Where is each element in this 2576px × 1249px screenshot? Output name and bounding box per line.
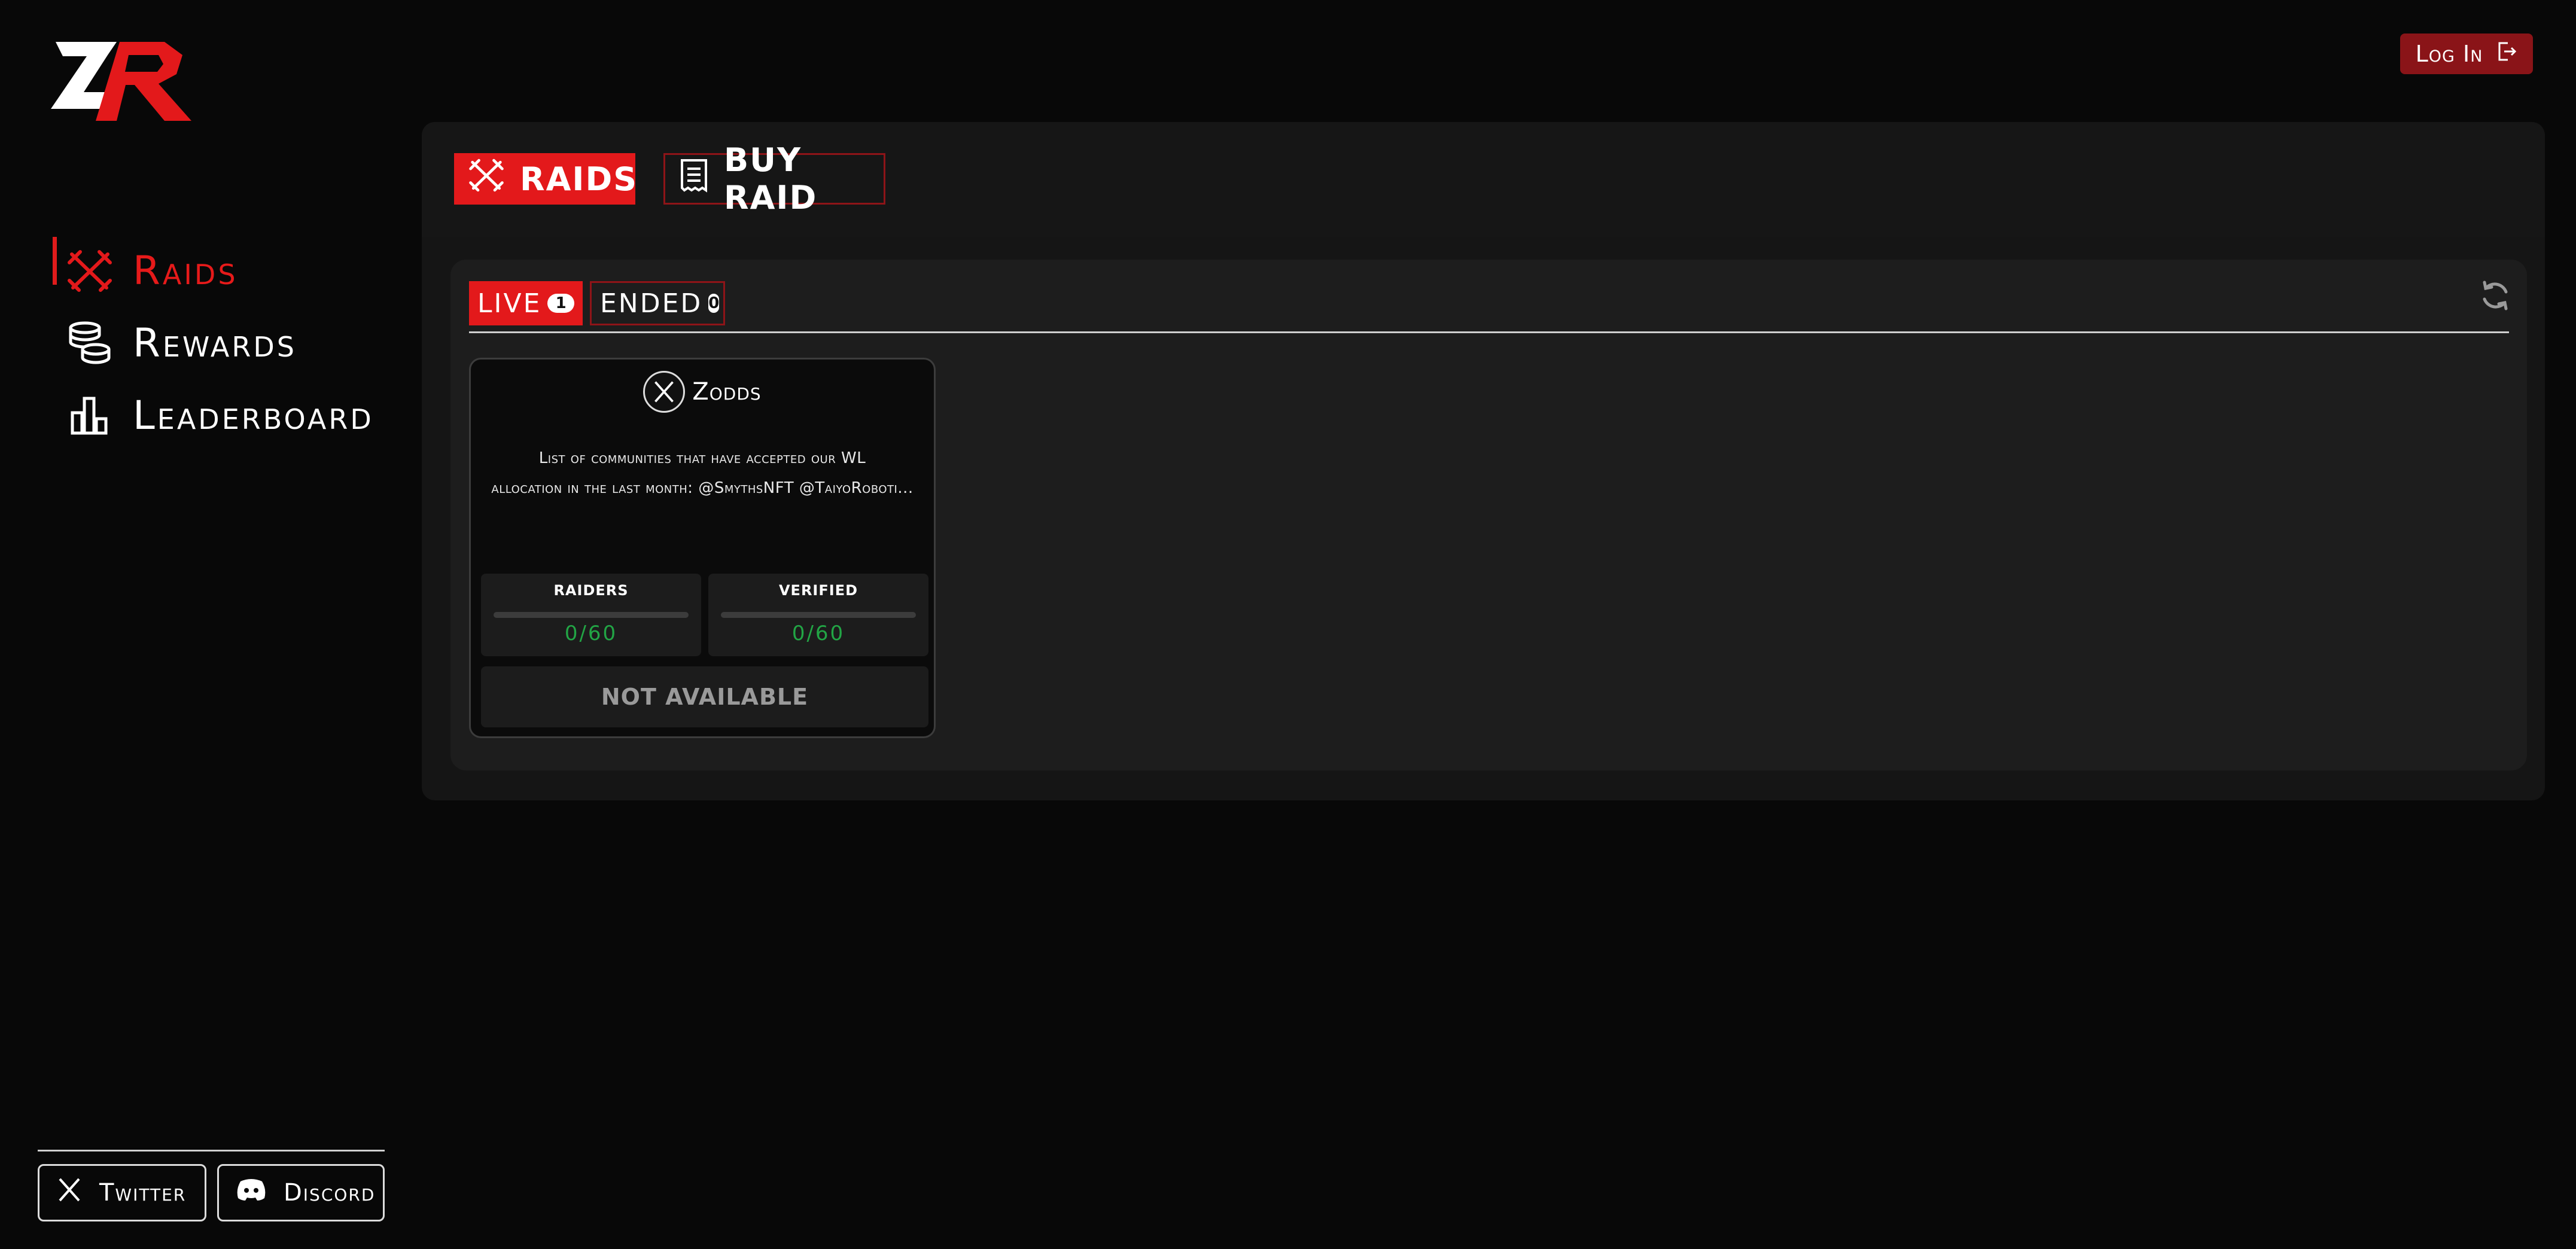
top-tabs: RAIDS BUY RAID <box>422 122 2545 237</box>
twitter-button[interactable]: Twitter <box>38 1164 206 1221</box>
raiders-stat: RAIDERS 0/60 <box>481 574 701 656</box>
raid-card[interactable]: Zodds List of communities that have acce… <box>469 358 936 738</box>
verified-progress-bar <box>721 612 916 618</box>
login-button[interactable]: Log In <box>2400 33 2533 74</box>
stat-value: 0/60 <box>791 622 845 645</box>
raid-description-line-2: allocation in the last month: @SmythsNFT… <box>491 479 914 497</box>
filter-label: LIVE <box>477 288 542 319</box>
receipt-icon <box>680 158 708 200</box>
sidebar-nav: Raids Rewards Leaderboard <box>53 234 374 452</box>
filter-label: ENDED <box>600 288 703 319</box>
discord-button[interactable]: Discord <box>217 1164 385 1221</box>
discord-logo-icon <box>236 1178 267 1208</box>
sidebar-item-label: Raids <box>133 247 238 294</box>
sidebar-item-leaderboard[interactable]: Leaderboard <box>53 379 374 452</box>
logout-arrow-icon <box>2496 41 2517 68</box>
stat-title: RAIDERS <box>553 582 629 599</box>
tab-label: RAIDS <box>520 160 638 198</box>
active-indicator <box>53 237 57 285</box>
raid-name: Zodds <box>692 378 762 406</box>
sidebar-item-rewards[interactable]: Rewards <box>53 307 374 379</box>
live-count-badge: 1 <box>547 294 574 313</box>
sidebar-item-label: Rewards <box>133 319 297 366</box>
raid-card-header: Zodds <box>471 368 934 416</box>
logo[interactable] <box>51 37 194 124</box>
verified-stat: VERIFIED 0/60 <box>708 574 928 656</box>
twitter-label: Twitter <box>99 1179 187 1207</box>
discord-label: Discord <box>284 1179 376 1207</box>
tab-ended[interactable]: ENDED 0 <box>590 281 725 325</box>
login-label: Log In <box>2415 41 2483 67</box>
refresh-icon[interactable] <box>2478 279 2512 312</box>
not-available-button[interactable]: NOT AVAILABLE <box>481 666 928 727</box>
stat-title: VERIFIED <box>778 582 858 599</box>
filter-divider <box>469 331 2509 333</box>
raiders-progress-bar <box>494 612 689 618</box>
x-logo-icon <box>56 1177 83 1209</box>
avatar <box>643 371 686 413</box>
bar-chart-icon <box>66 392 114 440</box>
raid-description: List of communities that have accepted o… <box>485 443 919 503</box>
ended-count-badge: 0 <box>708 294 720 313</box>
raids-crossed-swords-icon <box>66 247 114 295</box>
sidebar-divider <box>38 1150 385 1151</box>
raid-description-line-1: List of communities that have accepted o… <box>538 449 866 467</box>
main-panel: RAIDS BUY RAID LIVE 1 ENDED 0 Zodds List… <box>422 122 2545 800</box>
tab-label: BUY RAID <box>724 141 818 217</box>
stat-value: 0/60 <box>564 622 618 645</box>
tab-buy-raid[interactable]: BUY RAID <box>663 141 885 217</box>
tab-raids[interactable]: RAIDS <box>454 153 638 205</box>
sidebar-item-raids[interactable]: Raids <box>53 234 374 307</box>
sidebar-item-label: Leaderboard <box>133 392 374 438</box>
tab-live[interactable]: LIVE 1 <box>469 281 583 325</box>
raids-crossed-swords-icon <box>468 159 504 200</box>
coin-stack-icon <box>66 319 114 367</box>
raids-content: LIVE 1 ENDED 0 Zodds List of communities… <box>450 260 2527 770</box>
